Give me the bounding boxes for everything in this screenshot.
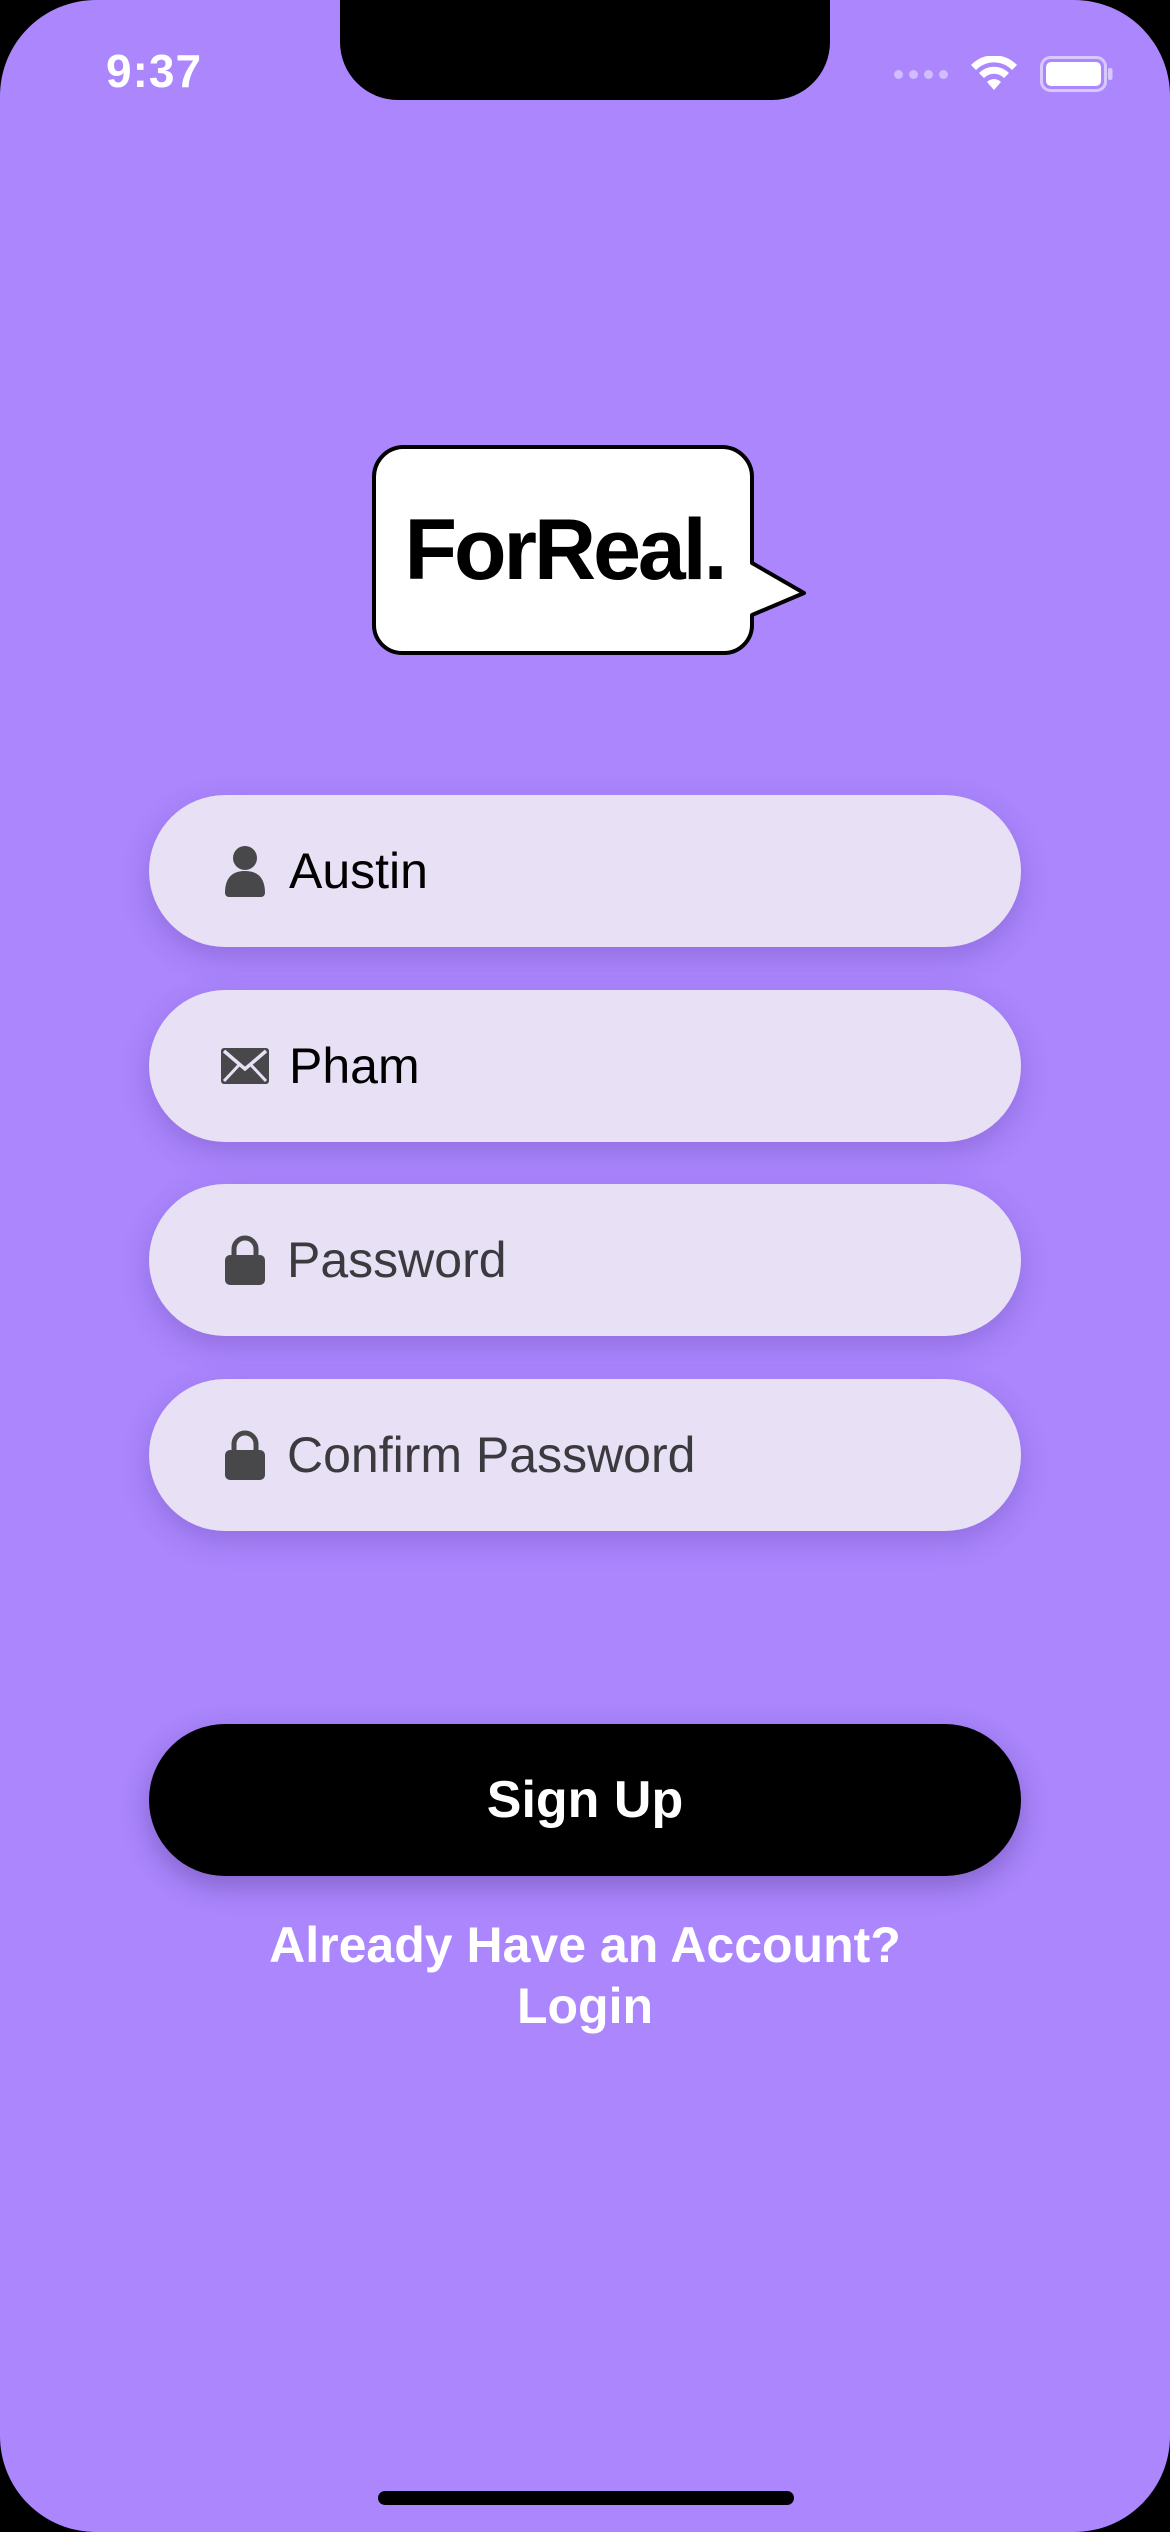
status-icons [894, 56, 1114, 92]
device-notch [340, 0, 830, 100]
confirm-password-field[interactable]: Confirm Password [149, 1379, 1021, 1531]
home-indicator[interactable] [378, 2491, 794, 2505]
status-time: 9:37 [106, 45, 203, 97]
lock-icon [221, 1234, 269, 1286]
login-link-action[interactable]: Login [0, 1976, 1170, 2037]
logo-text: ForReal. [404, 501, 727, 598]
password-placeholder[interactable]: Password [287, 1231, 507, 1289]
login-link[interactable]: Already Have an Account? Login [0, 1915, 1170, 2037]
person-icon [221, 845, 269, 897]
lock-icon [221, 1429, 269, 1481]
signup-screen: 9:37 ForReal. Austin Pham Password Confi… [0, 0, 1170, 2532]
email-input-value[interactable]: Pham [289, 1037, 420, 1095]
wifi-icon [971, 56, 1017, 90]
battery-icon [1040, 56, 1113, 92]
sign-up-button[interactable]: Sign Up [149, 1724, 1021, 1876]
envelope-icon [221, 1040, 269, 1092]
forreal-logo: ForReal. [372, 445, 812, 655]
name-input-value[interactable]: Austin [289, 842, 428, 900]
name-field[interactable]: Austin [149, 795, 1021, 947]
login-link-prompt[interactable]: Already Have an Account? [0, 1915, 1170, 1976]
confirm-password-placeholder[interactable]: Confirm Password [287, 1426, 695, 1484]
email-field[interactable]: Pham [149, 990, 1021, 1142]
cellular-signal-icon [894, 69, 948, 79]
password-field[interactable]: Password [149, 1184, 1021, 1336]
